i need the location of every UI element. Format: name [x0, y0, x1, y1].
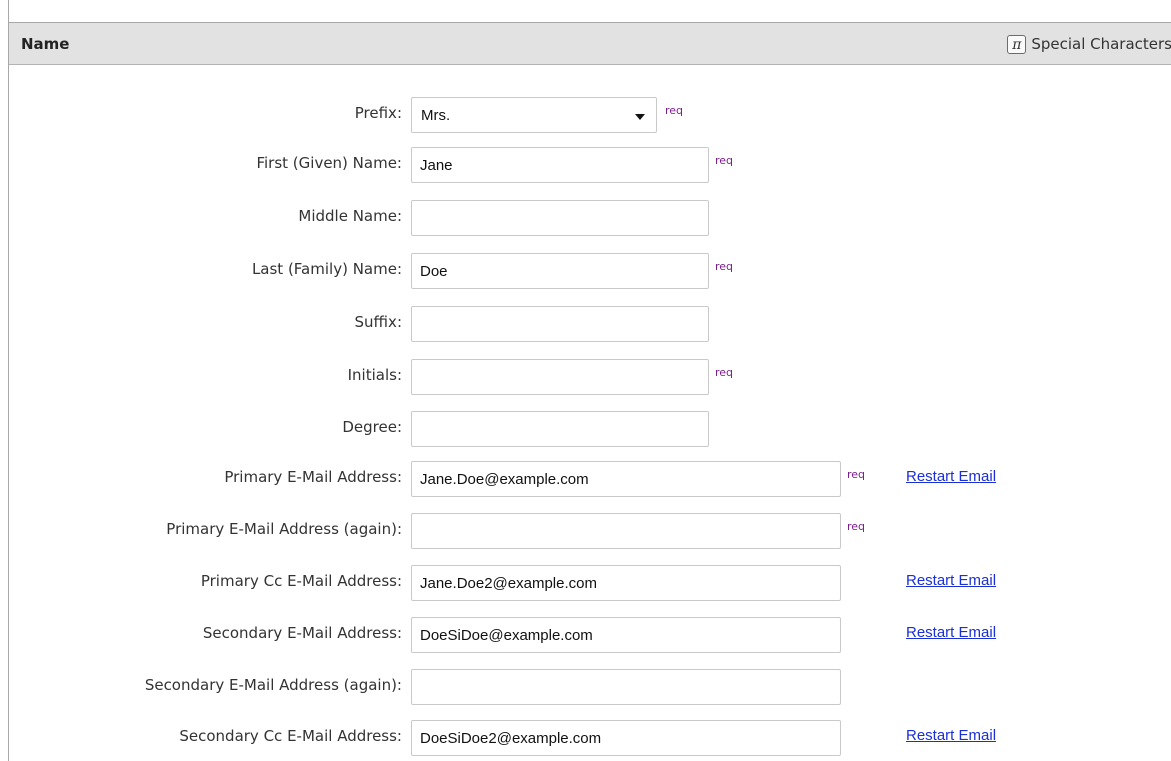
- primary-email-again-required-marker: req: [847, 520, 866, 533]
- last-name-required-marker: req: [715, 260, 734, 273]
- middle-name-row: Middle Name:: [9, 197, 1171, 237]
- primary-email-input[interactable]: [411, 461, 841, 497]
- section-header: Name π Special Characters: [9, 23, 1171, 65]
- restart-secondary-cc-email-link[interactable]: Restart Email: [906, 727, 996, 744]
- secondary-cc-email-row: Secondary Cc E-Mail Address: Restart Ema…: [9, 717, 1171, 757]
- initials-input[interactable]: [411, 359, 709, 395]
- prefix-label: Prefix:: [354, 104, 402, 122]
- pi-icon: π: [1007, 34, 1027, 54]
- secondary-email-label: Secondary E-Mail Address:: [202, 624, 402, 642]
- frame-top-edge: [8, 0, 9, 22]
- first-name-input[interactable]: [411, 147, 709, 183]
- primary-email-required-marker: req: [847, 468, 866, 481]
- first-name-row: First (Given) Name: req: [9, 144, 1171, 184]
- special-characters-button[interactable]: π Special Characters: [1007, 32, 1171, 56]
- degree-input[interactable]: [411, 411, 709, 447]
- initials-label: Initials:: [347, 366, 402, 384]
- prefix-select-value: Mrs.: [421, 107, 451, 124]
- primary-email-again-row: Primary E-Mail Address (again): req: [9, 510, 1171, 550]
- prefix-row: Prefix: Mrs. req: [9, 94, 1171, 134]
- secondary-cc-email-input[interactable]: [411, 720, 841, 756]
- last-name-input[interactable]: [411, 253, 709, 289]
- section-title: Name: [21, 35, 70, 53]
- primary-cc-email-label: Primary Cc E-Mail Address:: [200, 572, 402, 590]
- restart-primary-email-link[interactable]: Restart Email: [906, 468, 996, 485]
- restart-primary-cc-email-link[interactable]: Restart Email: [906, 572, 996, 589]
- secondary-cc-email-label: Secondary Cc E-Mail Address:: [179, 727, 402, 745]
- initials-row: Initials: req: [9, 356, 1171, 396]
- primary-email-label: Primary E-Mail Address:: [224, 468, 402, 486]
- suffix-input[interactable]: [411, 306, 709, 342]
- first-name-required-marker: req: [715, 154, 734, 167]
- last-name-label: Last (Family) Name:: [251, 260, 402, 278]
- secondary-email-again-row: Secondary E-Mail Address (again):: [9, 666, 1171, 706]
- primary-cc-email-row: Primary Cc E-Mail Address: Restart Email: [9, 562, 1171, 602]
- initials-required-marker: req: [715, 366, 734, 379]
- secondary-email-input[interactable]: [411, 617, 841, 653]
- restart-secondary-email-link[interactable]: Restart Email: [906, 624, 996, 641]
- prefix-select[interactable]: Mrs.: [411, 97, 657, 133]
- degree-row: Degree:: [9, 408, 1171, 448]
- name-section-panel: Name π Special Characters Prefix: Mrs. r…: [8, 22, 1171, 761]
- secondary-email-again-input[interactable]: [411, 669, 841, 705]
- secondary-email-row: Secondary E-Mail Address: Restart Email: [9, 614, 1171, 654]
- primary-cc-email-input[interactable]: [411, 565, 841, 601]
- primary-email-row: Primary E-Mail Address: req Restart Emai…: [9, 458, 1171, 498]
- primary-email-again-input[interactable]: [411, 513, 841, 549]
- middle-name-input[interactable]: [411, 200, 709, 236]
- degree-label: Degree:: [342, 418, 402, 436]
- last-name-row: Last (Family) Name: req: [9, 250, 1171, 290]
- middle-name-label: Middle Name:: [298, 207, 402, 225]
- first-name-label: First (Given) Name:: [256, 154, 402, 172]
- suffix-label: Suffix:: [354, 313, 402, 331]
- special-characters-label: Special Characters: [1031, 35, 1171, 53]
- dropdown-arrow-icon: [635, 114, 645, 120]
- primary-email-again-label: Primary E-Mail Address (again):: [166, 520, 402, 538]
- suffix-row: Suffix:: [9, 303, 1171, 343]
- secondary-email-again-label: Secondary E-Mail Address (again):: [144, 676, 402, 694]
- prefix-required-marker: req: [665, 104, 684, 117]
